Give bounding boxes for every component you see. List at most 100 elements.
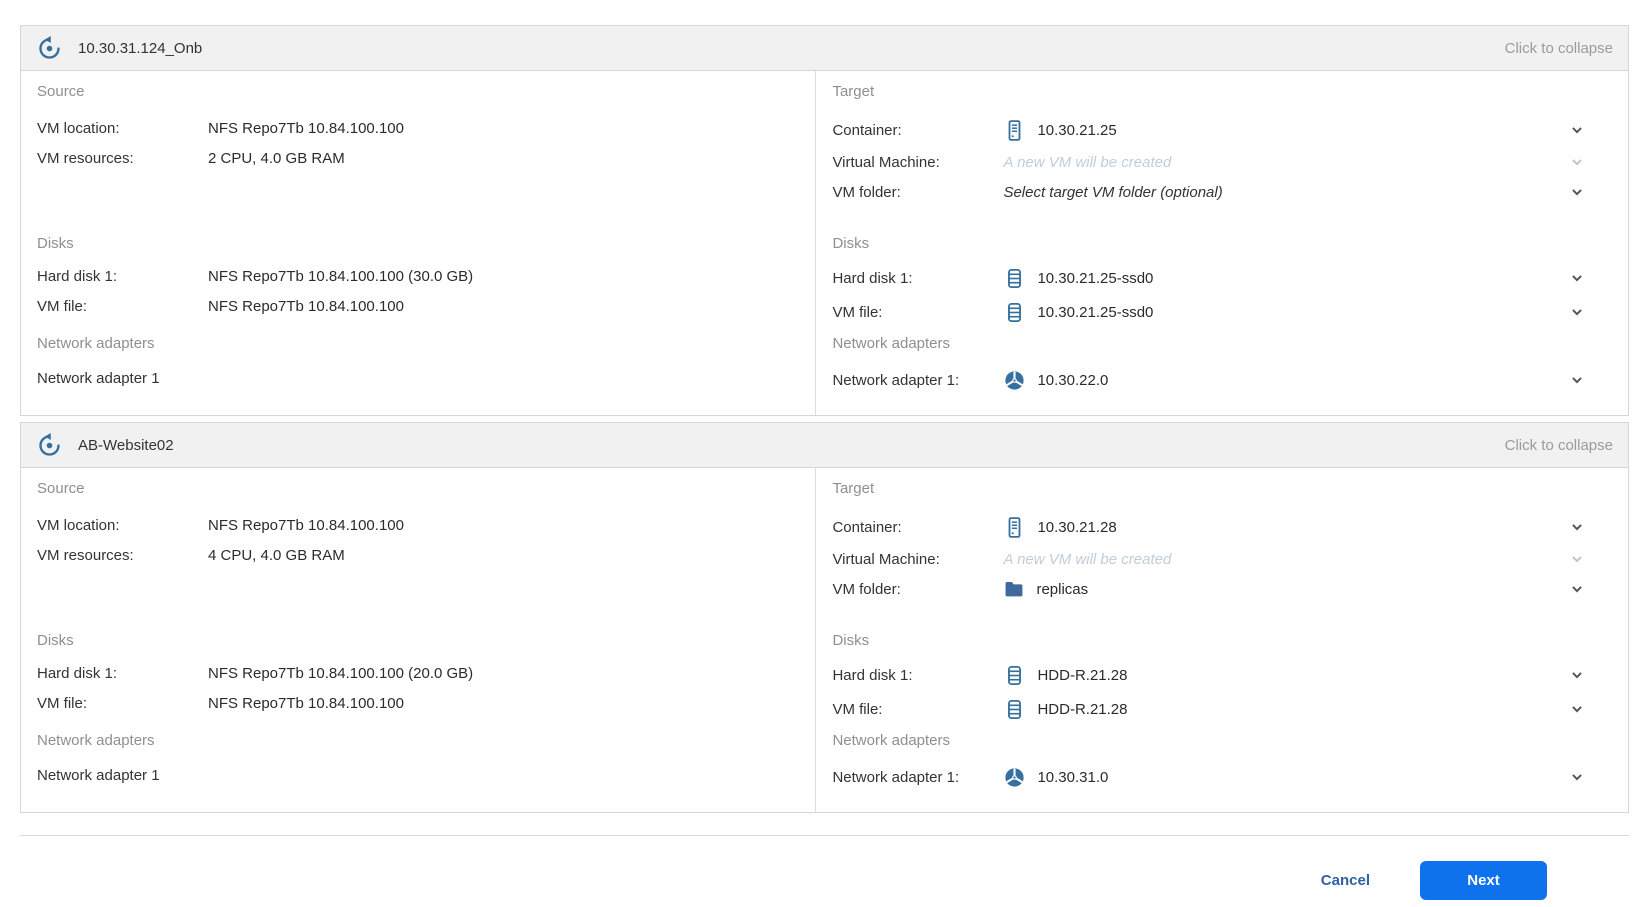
container-row: Container: 10.30.21.28 — [832, 510, 1612, 544]
panel-header[interactable]: AB-Website02 Click to collapse — [21, 423, 1628, 468]
hard-disk-select[interactable]: HDD-R.21.28 — [1003, 664, 1570, 687]
network-adapter-label: Network adapter 1: — [832, 768, 960, 786]
vm-resources-value: 4 CPU, 4.0 GB RAM — [208, 546, 345, 564]
vm-folder-value: replicas — [1036, 580, 1089, 598]
vm-location-row: VM location: NFS Repo7Tb 10.84.100.100 — [37, 113, 799, 143]
hard-disk-row: Hard disk 1: 10.30.21.25-ssd0 — [832, 261, 1612, 295]
network-icon — [1003, 369, 1026, 392]
virtual-machine-label: Virtual Machine: — [832, 153, 940, 171]
vm-file-row: VM file: 10.30.21.25-ssd0 — [832, 295, 1612, 329]
vm-file-select[interactable]: HDD-R.21.28 — [1003, 698, 1570, 721]
hard-disk-label: Hard disk 1: — [37, 267, 118, 285]
vm-folder-label: VM folder: — [832, 183, 901, 201]
vm-folder-row: VM folder: Select target VM folder (opti… — [832, 177, 1612, 207]
chevron-down-icon — [1570, 155, 1584, 169]
panel-header[interactable]: 10.30.31.124_Onb Click to collapse — [21, 26, 1628, 71]
network-adapter-row: Network adapter 1 — [37, 760, 799, 790]
vm-location-value: NFS Repo7Tb 10.84.100.100 — [208, 119, 404, 137]
cancel-button[interactable]: Cancel — [1321, 872, 1370, 889]
hard-disk-label: Hard disk 1: — [832, 269, 913, 287]
host-icon — [1003, 119, 1026, 142]
source-column: Source VM location: NFS Repo7Tb 10.84.10… — [21, 71, 817, 415]
chevron-down-icon[interactable] — [1570, 185, 1584, 199]
disks-section-label: Disks — [832, 632, 870, 649]
network-adapter-value: 10.30.31.0 — [1037, 768, 1109, 786]
vm-panel: AB-Website02 Click to collapse Source VM… — [20, 422, 1629, 813]
vm-folder-select[interactable]: replicas — [1003, 578, 1570, 600]
source-section-label: Source — [37, 83, 85, 100]
vm-resources-row: VM resources: 4 CPU, 4.0 GB RAM — [37, 540, 799, 570]
host-icon — [1003, 516, 1026, 539]
source-section-label: Source — [37, 480, 85, 497]
datastore-icon — [1003, 698, 1026, 721]
hard-disk-row: Hard disk 1: NFS Repo7Tb 10.84.100.100 (… — [37, 261, 799, 291]
hard-disk-select[interactable]: 10.30.21.25-ssd0 — [1003, 267, 1570, 290]
chevron-down-icon[interactable] — [1570, 770, 1584, 784]
chevron-down-icon[interactable] — [1570, 520, 1584, 534]
target-section-label: Target — [832, 480, 875, 497]
disks-section-label: Disks — [37, 235, 74, 252]
network-section-label: Network adapters — [832, 732, 951, 749]
virtual-machine-select: A new VM will be created — [1003, 154, 1570, 171]
replica-icon — [36, 34, 63, 62]
hard-disk-value: NFS Repo7Tb 10.84.100.100 (30.0 GB) — [208, 267, 474, 285]
collapse-hint: Click to collapse — [1504, 39, 1613, 57]
panel-title: 10.30.31.124_Onb — [78, 39, 203, 57]
chevron-down-icon[interactable] — [1570, 373, 1584, 387]
vm-file-row: VM file: HDD-R.21.28 — [832, 692, 1612, 726]
hard-disk-value: 10.30.21.25-ssd0 — [1037, 269, 1154, 287]
virtual-machine-select: A new VM will be created — [1003, 551, 1570, 568]
virtual-machine-placeholder: A new VM will be created — [1003, 153, 1172, 171]
chevron-down-icon[interactable] — [1570, 123, 1584, 137]
virtual-machine-placeholder: A new VM will be created — [1003, 550, 1172, 568]
vm-resources-label: VM resources: — [37, 149, 134, 167]
chevron-down-icon[interactable] — [1570, 702, 1584, 716]
vm-file-value: HDD-R.21.28 — [1037, 700, 1128, 718]
chevron-down-icon — [1570, 552, 1584, 566]
vm-location-value: NFS Repo7Tb 10.84.100.100 — [208, 516, 404, 534]
source-column: Source VM location: NFS Repo7Tb 10.84.10… — [21, 468, 817, 812]
vm-folder-select[interactable]: Select target VM folder (optional) — [1003, 184, 1570, 201]
vm-file-label: VM file: — [832, 303, 883, 321]
vm-file-value: 10.30.21.25-ssd0 — [1037, 303, 1154, 321]
chevron-down-icon[interactable] — [1570, 305, 1584, 319]
target-column: Target Container: 10.30.21.28 Virtual Ma… — [816, 468, 1628, 812]
vm-resources-row: VM resources: 2 CPU, 4.0 GB RAM — [37, 143, 799, 173]
hard-disk-label: Hard disk 1: — [832, 666, 913, 684]
vm-location-label: VM location: — [37, 119, 120, 137]
vm-file-row: VM file: NFS Repo7Tb 10.84.100.100 — [37, 688, 799, 718]
disks-section-label: Disks — [37, 632, 74, 649]
target-section-label: Target — [832, 83, 875, 100]
network-icon — [1003, 766, 1026, 789]
container-select[interactable]: 10.30.21.28 — [1003, 516, 1570, 539]
datastore-icon — [1003, 664, 1026, 687]
vm-folder-placeholder: Select target VM folder (optional) — [1003, 183, 1223, 201]
datastore-icon — [1003, 301, 1026, 324]
vm-file-value: NFS Repo7Tb 10.84.100.100 — [208, 694, 404, 712]
chevron-down-icon[interactable] — [1570, 582, 1584, 596]
footer: Cancel Next — [0, 836, 1649, 900]
virtual-machine-row: Virtual Machine: A new VM will be create… — [832, 544, 1612, 574]
vm-file-row: VM file: NFS Repo7Tb 10.84.100.100 — [37, 291, 799, 321]
virtual-machine-label: Virtual Machine: — [832, 550, 940, 568]
container-select[interactable]: 10.30.21.25 — [1003, 119, 1570, 142]
chevron-down-icon[interactable] — [1570, 668, 1584, 682]
next-button[interactable]: Next — [1420, 861, 1547, 900]
network-adapter-label: Network adapter 1 — [37, 369, 160, 387]
network-adapter-select[interactable]: 10.30.22.0 — [1003, 369, 1570, 392]
vm-file-label: VM file: — [832, 700, 883, 718]
network-adapter-label: Network adapter 1 — [37, 766, 160, 784]
disks-section-label: Disks — [832, 235, 870, 252]
container-label: Container: — [832, 518, 902, 536]
vm-panel: 10.30.31.124_Onb Click to collapse Sourc… — [20, 25, 1629, 416]
vm-file-select[interactable]: 10.30.21.25-ssd0 — [1003, 301, 1570, 324]
vm-resources-label: VM resources: — [37, 546, 134, 564]
vm-file-label: VM file: — [37, 297, 88, 315]
network-adapter-select[interactable]: 10.30.31.0 — [1003, 766, 1570, 789]
container-row: Container: 10.30.21.25 — [832, 113, 1612, 147]
vm-location-row: VM location: NFS Repo7Tb 10.84.100.100 — [37, 510, 799, 540]
vm-file-label: VM file: — [37, 694, 88, 712]
chevron-down-icon[interactable] — [1570, 271, 1584, 285]
replica-icon — [36, 431, 63, 459]
container-label: Container: — [832, 121, 902, 139]
